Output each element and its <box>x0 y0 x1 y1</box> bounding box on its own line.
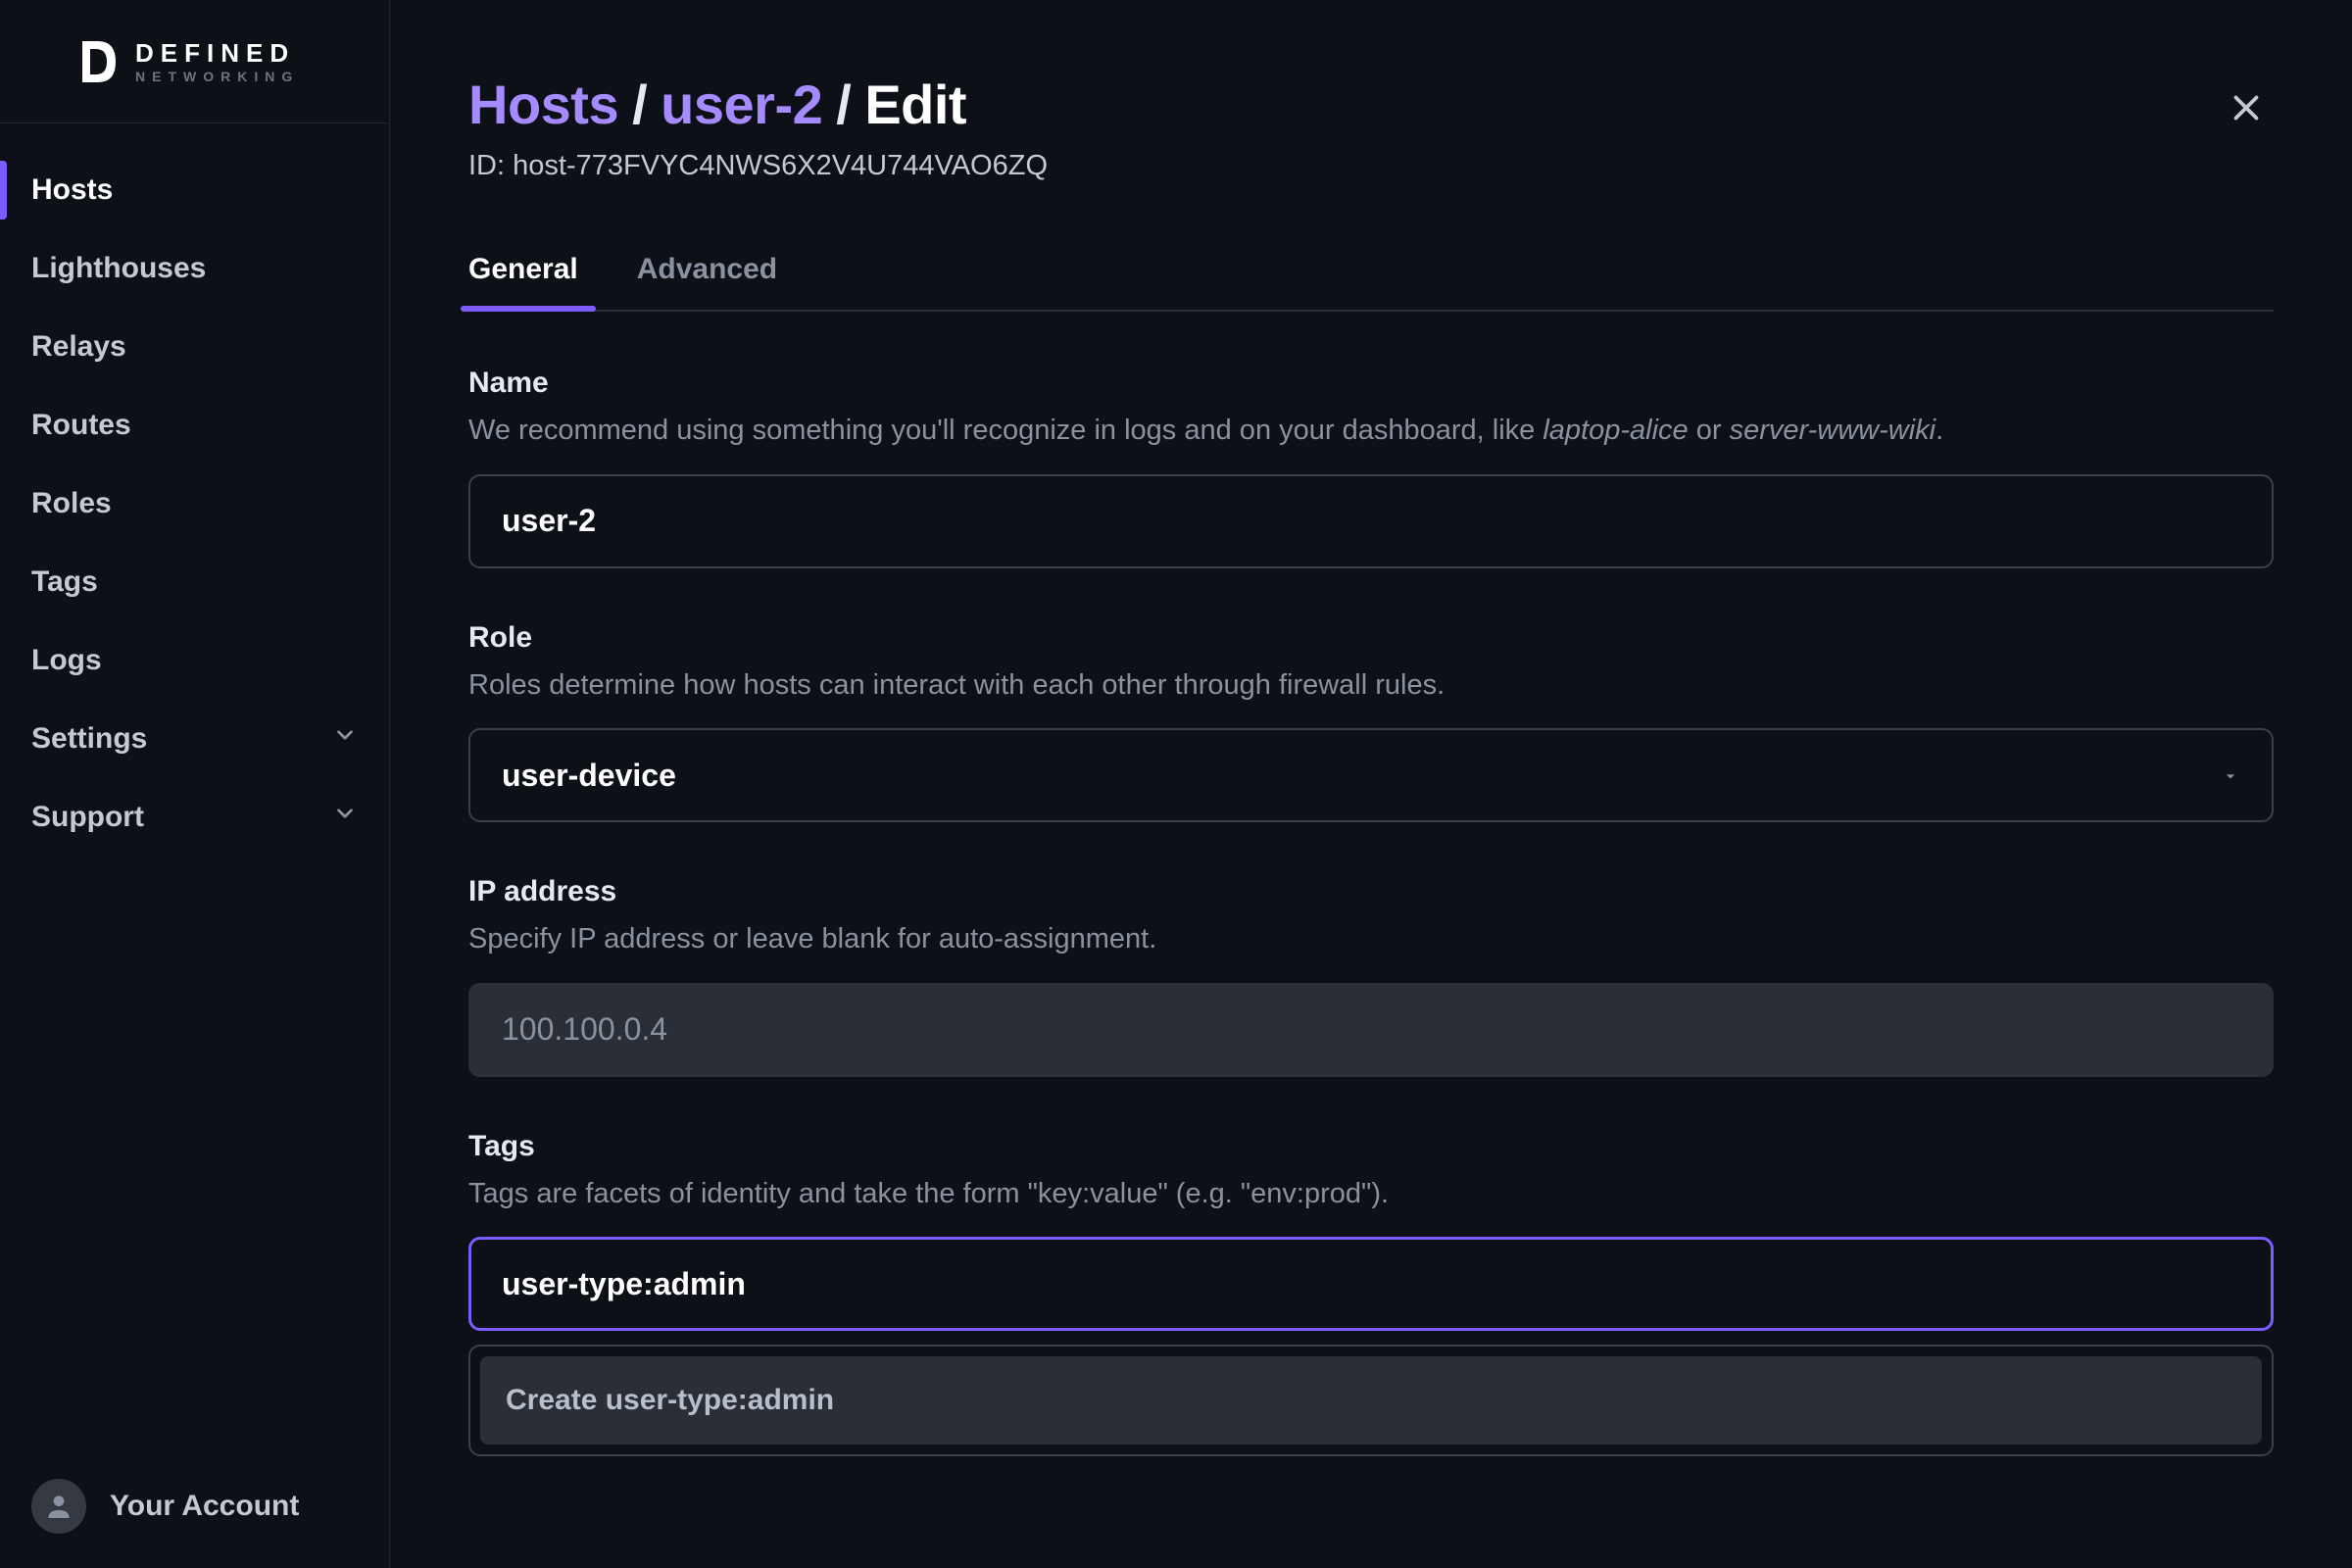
tabs: General Advanced <box>468 253 2274 312</box>
sidebar-item-routes[interactable]: Routes <box>0 386 389 465</box>
account-label: Your Account <box>110 1490 299 1523</box>
tags-create-option[interactable]: Create user-type:admin <box>480 1356 2262 1445</box>
sidebar-item-label: Lighthouses <box>31 252 206 285</box>
sidebar-item-label: Tags <box>31 565 98 599</box>
tab-label: General <box>468 253 578 285</box>
sidebar-item-logs[interactable]: Logs <box>0 621 389 700</box>
host-id: ID: host-773FVYC4NWS6X2V4U744VAO6ZQ <box>468 150 2274 182</box>
sidebar-item-label: Support <box>31 801 144 834</box>
field-label: Role <box>468 621 2274 655</box>
tab-advanced[interactable]: Advanced <box>637 253 777 310</box>
breadcrumb-hosts[interactable]: Hosts <box>468 73 618 136</box>
sidebar-item-label: Hosts <box>31 173 113 207</box>
sidebar-item-settings[interactable]: Settings <box>0 700 389 778</box>
tab-general[interactable]: General <box>468 253 578 310</box>
avatar-icon <box>31 1479 86 1534</box>
role-select[interactable]: user-device <box>468 728 2274 822</box>
sidebar-item-roles[interactable]: Roles <box>0 465 389 543</box>
sidebar-item-tags[interactable]: Tags <box>0 543 389 621</box>
sidebar-item-label: Settings <box>31 722 147 756</box>
breadcrumb-current: Edit <box>864 73 966 136</box>
breadcrumb-sep: / <box>836 73 851 136</box>
tags-dropdown: Create user-type:admin <box>468 1345 2274 1456</box>
sidebar-item-hosts[interactable]: Hosts <box>0 151 389 229</box>
account-menu[interactable]: Your Account <box>0 1445 389 1568</box>
tab-label: Advanced <box>637 253 777 285</box>
ip-input[interactable]: 100.100.0.4 <box>468 983 2274 1077</box>
field-label: Tags <box>468 1130 2274 1163</box>
field-ip: IP address Specify IP address or leave b… <box>468 875 2274 1077</box>
breadcrumb-host[interactable]: user-2 <box>661 73 822 136</box>
brand-subtitle: NETWORKING <box>135 70 299 83</box>
field-description: Roles determine how hosts can interact w… <box>468 664 2274 708</box>
field-description: Specify IP address or leave blank for au… <box>468 918 2274 961</box>
field-description: Tags are facets of identity and take the… <box>468 1173 2274 1216</box>
sidebar-item-support[interactable]: Support <box>0 778 389 857</box>
main-content: Hosts / user-2 / Edit ID: host-773FVYC4N… <box>390 0 2352 1568</box>
brand-mark-icon <box>76 37 120 86</box>
close-button[interactable] <box>2229 90 2264 130</box>
main-nav: Hosts Lighthouses Relays Routes Roles Ta… <box>0 123 389 1445</box>
sidebar-item-label: Relays <box>31 330 126 364</box>
chevron-down-icon <box>332 722 358 756</box>
sidebar-item-label: Routes <box>31 409 131 442</box>
sidebar-item-label: Roles <box>31 487 112 520</box>
brand-logo[interactable]: DEFINED NETWORKING <box>0 0 389 123</box>
sidebar: DEFINED NETWORKING Hosts Lighthouses Rel… <box>0 0 390 1568</box>
name-input[interactable]: user-2 <box>468 474 2274 568</box>
sidebar-item-lighthouses[interactable]: Lighthouses <box>0 229 389 308</box>
breadcrumb-sep: / <box>632 73 647 136</box>
field-label: IP address <box>468 875 2274 908</box>
tags-input[interactable]: user-type:admin <box>468 1237 2274 1331</box>
chevron-down-icon <box>332 801 358 834</box>
field-label: Name <box>468 367 2274 400</box>
caret-down-icon <box>2221 758 2240 794</box>
field-name: Name We recommend using something you'll… <box>468 367 2274 568</box>
breadcrumb: Hosts / user-2 / Edit <box>468 73 2274 136</box>
field-description: We recommend using something you'll reco… <box>468 410 2274 453</box>
brand-name: DEFINED <box>135 40 299 66</box>
sidebar-item-label: Logs <box>31 644 102 677</box>
sidebar-item-relays[interactable]: Relays <box>0 308 389 386</box>
field-tags: Tags Tags are facets of identity and tak… <box>468 1130 2274 1457</box>
field-role: Role Roles determine how hosts can inter… <box>468 621 2274 823</box>
